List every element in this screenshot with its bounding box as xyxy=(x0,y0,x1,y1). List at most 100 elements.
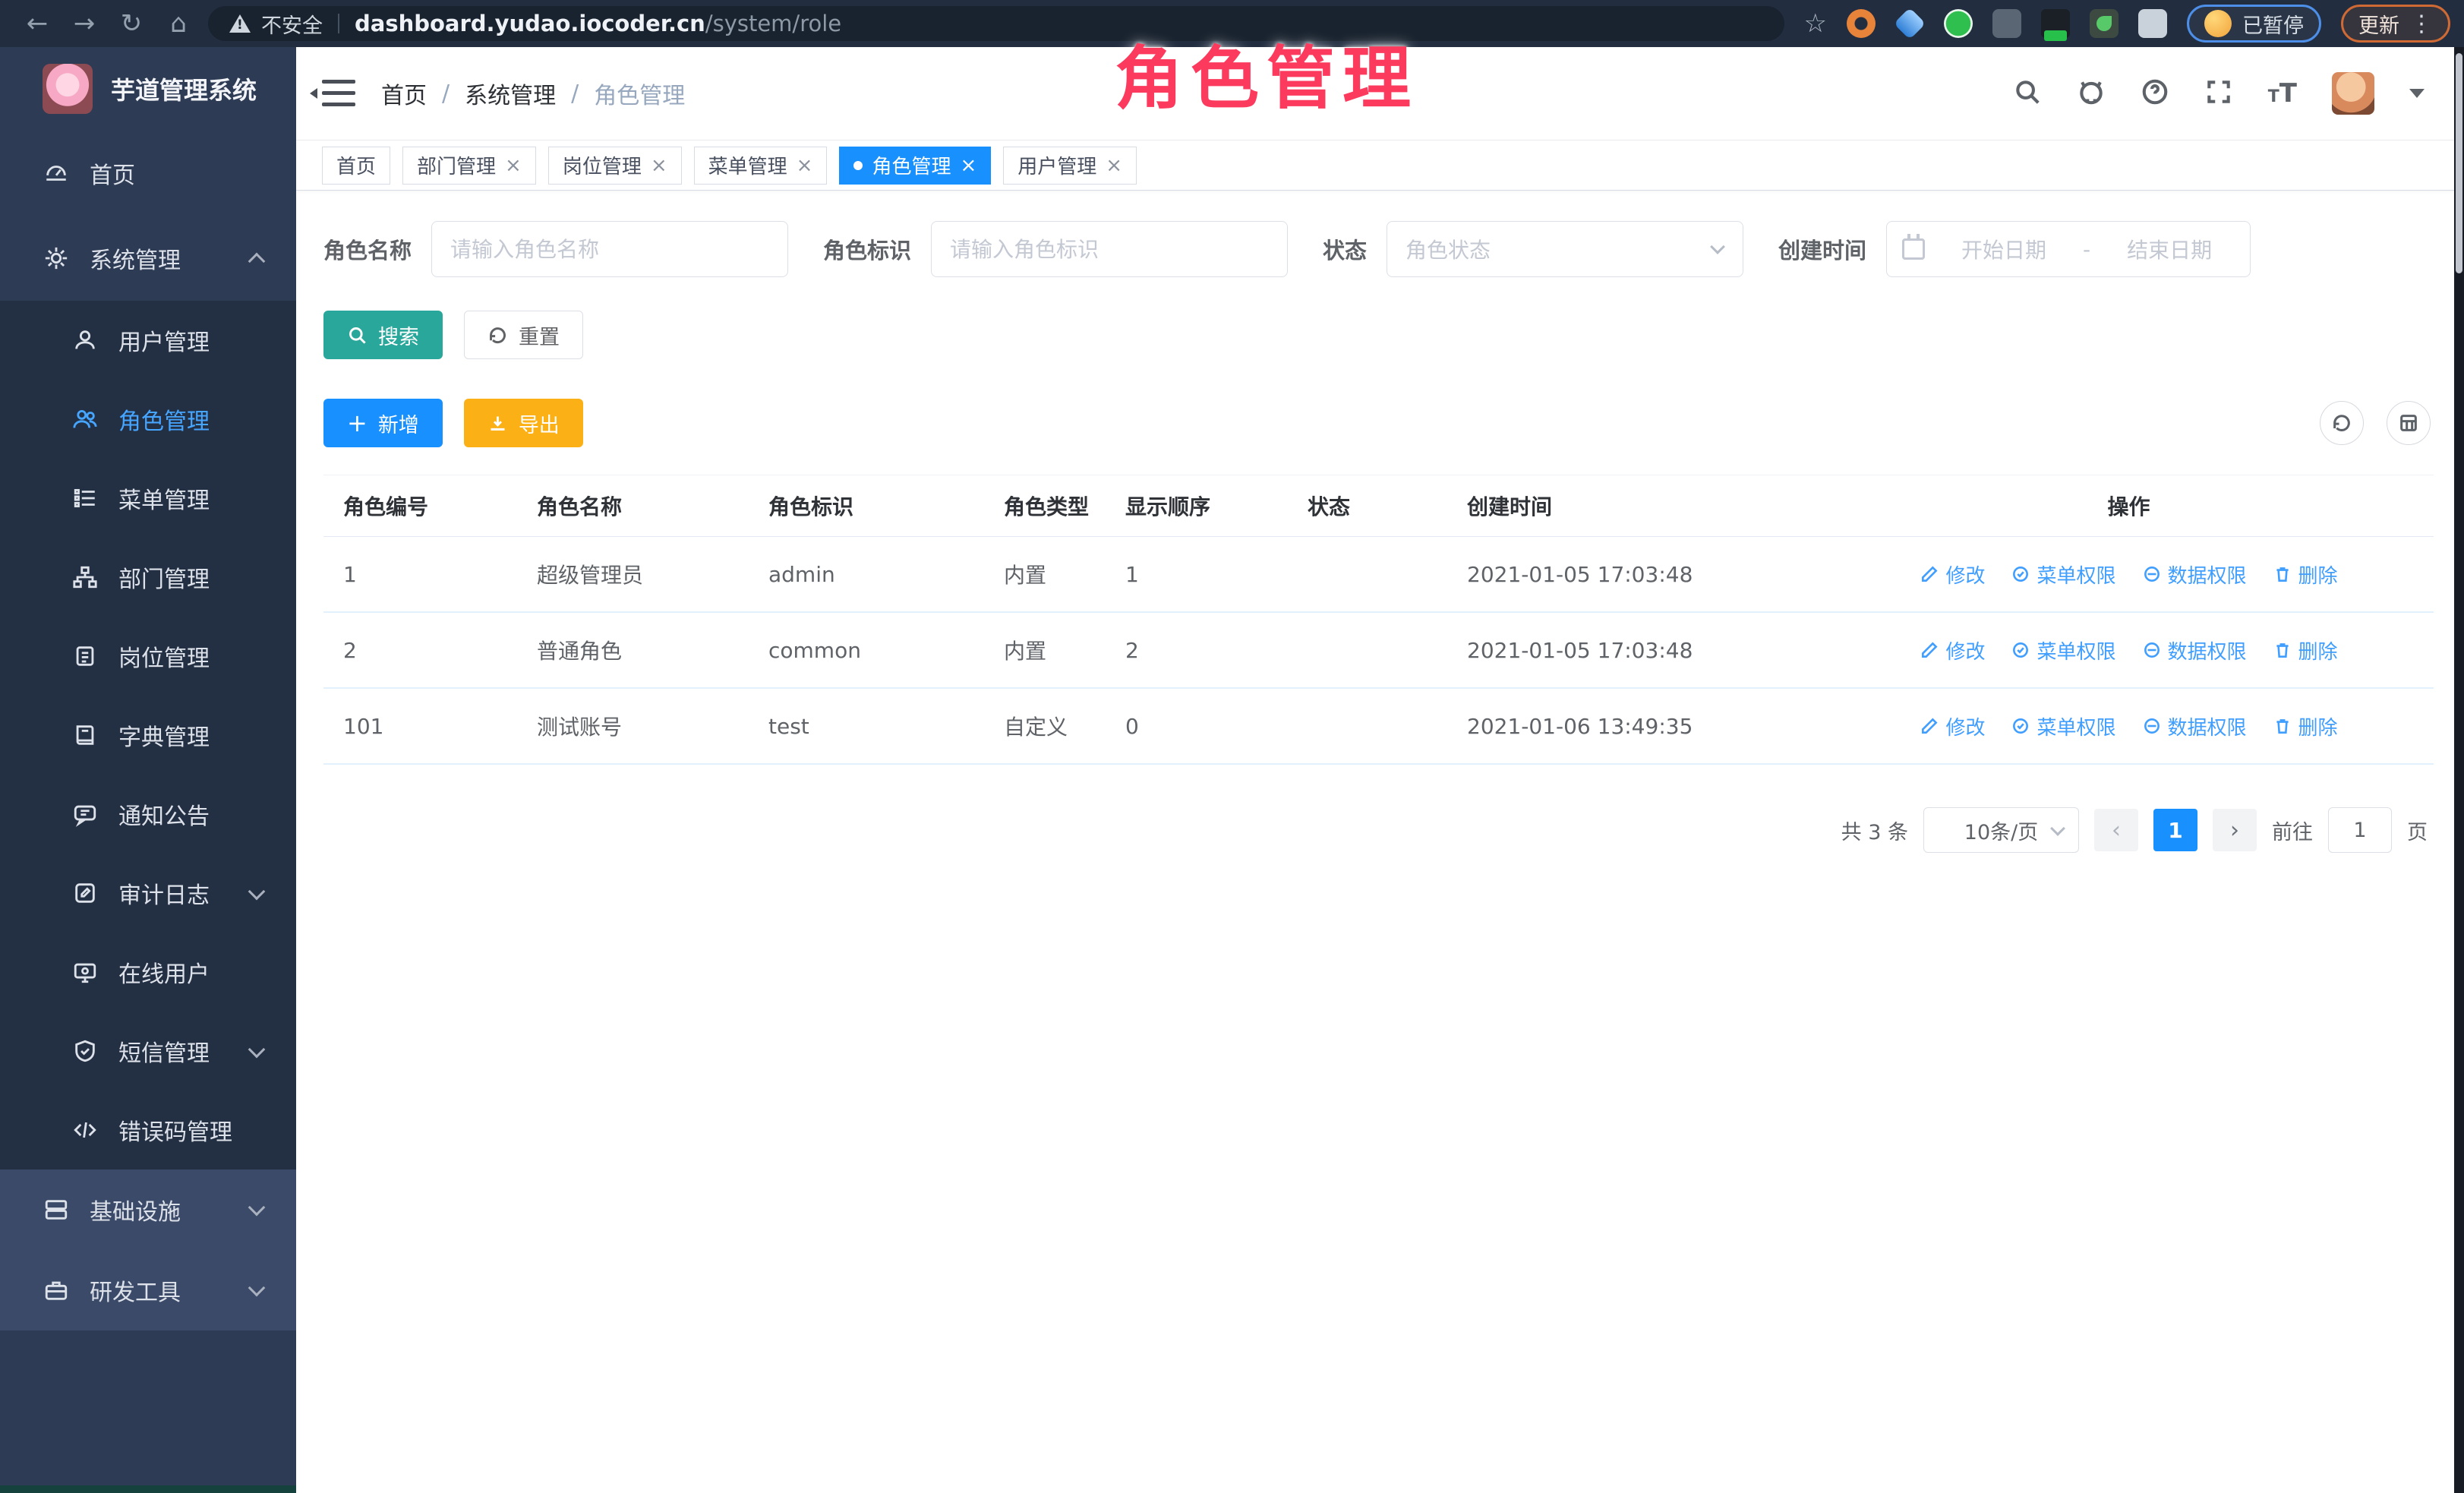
forward-icon[interactable]: → xyxy=(61,8,108,39)
col-header-status: 状态 xyxy=(1308,491,1467,521)
edit-action-label: 修改 xyxy=(1945,636,1985,664)
data-permission-action[interactable]: 数据权限 xyxy=(2142,712,2247,740)
sidebar-item-infra[interactable]: 基础设施 xyxy=(0,1169,296,1250)
chrome-update-button[interactable]: 更新 ⋮ xyxy=(2341,5,2450,43)
menu-permission-action[interactable]: 菜单权限 xyxy=(2011,560,2115,589)
sidebar-item-home[interactable]: 首页 xyxy=(0,131,296,216)
page-scrollbar[interactable] xyxy=(2454,47,2464,1493)
extension-icon-gray[interactable] xyxy=(1992,9,2021,38)
search-button[interactable]: 搜索 xyxy=(323,311,443,359)
export-button[interactable]: 导出 xyxy=(464,399,583,447)
tags-view-bar: 首页 部门管理 × 岗位管理 × 菜单管理 × 角色管理 × xyxy=(296,140,2464,191)
column-settings-button[interactable] xyxy=(2387,401,2431,445)
delete-action[interactable]: 删除 xyxy=(2273,560,2338,589)
search-icon[interactable] xyxy=(2013,77,2042,109)
refresh-button[interactable] xyxy=(2320,401,2364,445)
range-separator: - xyxy=(2083,237,2090,262)
app-logo xyxy=(43,64,93,114)
role-key-input[interactable] xyxy=(931,221,1288,277)
extensions-puzzle-icon[interactable] xyxy=(2138,9,2167,38)
breadcrumb-home[interactable]: 首页 xyxy=(381,77,427,110)
font-size-icon[interactable]: TT xyxy=(2268,78,2297,109)
breadcrumb-system[interactable]: 系统管理 xyxy=(465,77,556,110)
sidebar-item-user-mgmt[interactable]: 用户管理 xyxy=(0,301,296,380)
user-avatar[interactable] xyxy=(2332,72,2374,115)
sidebar-collapse-icon[interactable] xyxy=(322,80,355,107)
home-icon[interactable]: ⌂ xyxy=(155,8,202,39)
sidebar-item-dict-mgmt[interactable]: 字典管理 xyxy=(0,696,296,775)
delete-action-label: 删除 xyxy=(2298,636,2338,664)
fullscreen-icon[interactable] xyxy=(2204,77,2233,109)
close-icon[interactable]: × xyxy=(797,154,813,177)
omnibox-divider xyxy=(338,14,339,33)
role-name-input[interactable] xyxy=(431,221,788,277)
sidebar-item-dev-tools[interactable]: 研发工具 xyxy=(0,1250,296,1330)
sidebar-item-error-code[interactable]: 错误码管理 xyxy=(0,1091,296,1169)
cell-role-sort: 1 xyxy=(1125,562,1308,587)
avatar-caret-icon[interactable] xyxy=(2409,89,2425,98)
page-size-select[interactable]: 10条/页 xyxy=(1923,807,2079,853)
close-icon[interactable]: × xyxy=(960,154,976,177)
tag-role-active[interactable]: 角色管理 × xyxy=(839,147,991,185)
next-page-button[interactable]: › xyxy=(2213,809,2257,851)
sms-icon xyxy=(71,1037,99,1065)
start-date-placeholder: 开始日期 xyxy=(1939,234,2069,264)
tag-post[interactable]: 岗位管理 × xyxy=(548,147,682,185)
sidebar-item-role-mgmt[interactable]: 角色管理 xyxy=(0,380,296,459)
docs-help-icon[interactable] xyxy=(2141,77,2169,109)
add-button[interactable]: + 新增 xyxy=(323,399,443,447)
sidebar-logo-row[interactable]: 芋道管理系统 xyxy=(0,47,296,131)
back-icon[interactable]: ← xyxy=(14,8,61,39)
menu-permission-action[interactable]: 菜单权限 xyxy=(2011,636,2115,664)
audit-log-icon xyxy=(71,879,99,907)
tag-menu[interactable]: 菜单管理 × xyxy=(694,147,828,185)
extension-icon-orange[interactable] xyxy=(1847,9,1876,38)
profile-paused-pill[interactable]: 已暂停 xyxy=(2187,5,2321,43)
sidebar-item-menu-mgmt[interactable]: 菜单管理 xyxy=(0,459,296,538)
role-table: 角色编号 角色名称 角色标识 角色类型 显示顺序 状态 创建时间 操作 1 超级… xyxy=(323,475,2434,765)
sidebar-item-post-mgmt[interactable]: 岗位管理 xyxy=(0,617,296,696)
edit-action[interactable]: 修改 xyxy=(1920,712,1985,740)
delete-action[interactable]: 删除 xyxy=(2273,636,2338,664)
url-bar[interactable]: 不安全 dashboard.yudao.iocoder.cn /system/r… xyxy=(208,6,1784,41)
reset-button[interactable]: 重置 xyxy=(464,311,583,359)
github-icon[interactable] xyxy=(2077,77,2106,109)
status-select[interactable]: 角色状态 xyxy=(1387,221,1743,277)
table-row: 101 测试账号 test 自定义 0 2021-01-06 13:49:35 … xyxy=(323,689,2434,765)
extension-icon-green[interactable] xyxy=(1944,9,1973,38)
goto-page-input[interactable] xyxy=(2328,807,2392,853)
close-icon[interactable]: × xyxy=(505,154,522,177)
tag-home[interactable]: 首页 xyxy=(322,147,390,185)
close-icon[interactable]: × xyxy=(651,154,667,177)
delete-action[interactable]: 删除 xyxy=(2273,712,2338,740)
notice-icon xyxy=(71,800,99,828)
sidebar-item-audit-log[interactable]: 审计日志 xyxy=(0,854,296,933)
sidebar-item-online-user[interactable]: 在线用户 xyxy=(0,933,296,1012)
edit-action[interactable]: 修改 xyxy=(1920,560,1985,589)
prev-page-button[interactable]: ‹ xyxy=(2094,809,2138,851)
sidebar-item-sms-mgmt[interactable]: 短信管理 xyxy=(0,1012,296,1091)
bookmark-star-icon[interactable]: ☆ xyxy=(1804,8,1827,39)
menu-permission-action[interactable]: 菜单权限 xyxy=(2011,712,2115,740)
tag-user[interactable]: 用户管理 × xyxy=(1003,147,1137,185)
sidebar-item-notice[interactable]: 通知公告 xyxy=(0,775,296,854)
breadcrumb-separator: / xyxy=(571,80,579,107)
row-actions: 修改 菜单权限 数据权限 删除 xyxy=(1824,712,2434,740)
close-icon[interactable]: × xyxy=(1106,154,1122,177)
browser-menu-kebab-icon[interactable]: ⋮ xyxy=(2410,11,2433,37)
sidebar-item-system[interactable]: 系统管理 xyxy=(0,216,296,301)
date-range-picker[interactable]: 开始日期 - 结束日期 xyxy=(1886,221,2251,277)
reload-icon[interactable]: ↻ xyxy=(108,8,155,39)
menu-permission-label: 菜单权限 xyxy=(2037,712,2115,740)
extension-icon-dark[interactable] xyxy=(2041,9,2070,38)
data-permission-action[interactable]: 数据权限 xyxy=(2142,636,2247,664)
extension-icon-leaf[interactable] xyxy=(2090,9,2119,38)
tag-dept[interactable]: 部门管理 × xyxy=(402,147,536,185)
data-permission-action[interactable]: 数据权限 xyxy=(2142,560,2247,589)
update-label: 更新 xyxy=(2358,9,2399,39)
extension-icon-gem[interactable] xyxy=(1894,8,1926,39)
sidebar-item-dept-mgmt[interactable]: 部门管理 xyxy=(0,538,296,617)
edit-action[interactable]: 修改 xyxy=(1920,636,1985,664)
current-page-button[interactable]: 1 xyxy=(2153,809,2197,851)
scrollbar-thumb[interactable] xyxy=(2456,53,2462,273)
